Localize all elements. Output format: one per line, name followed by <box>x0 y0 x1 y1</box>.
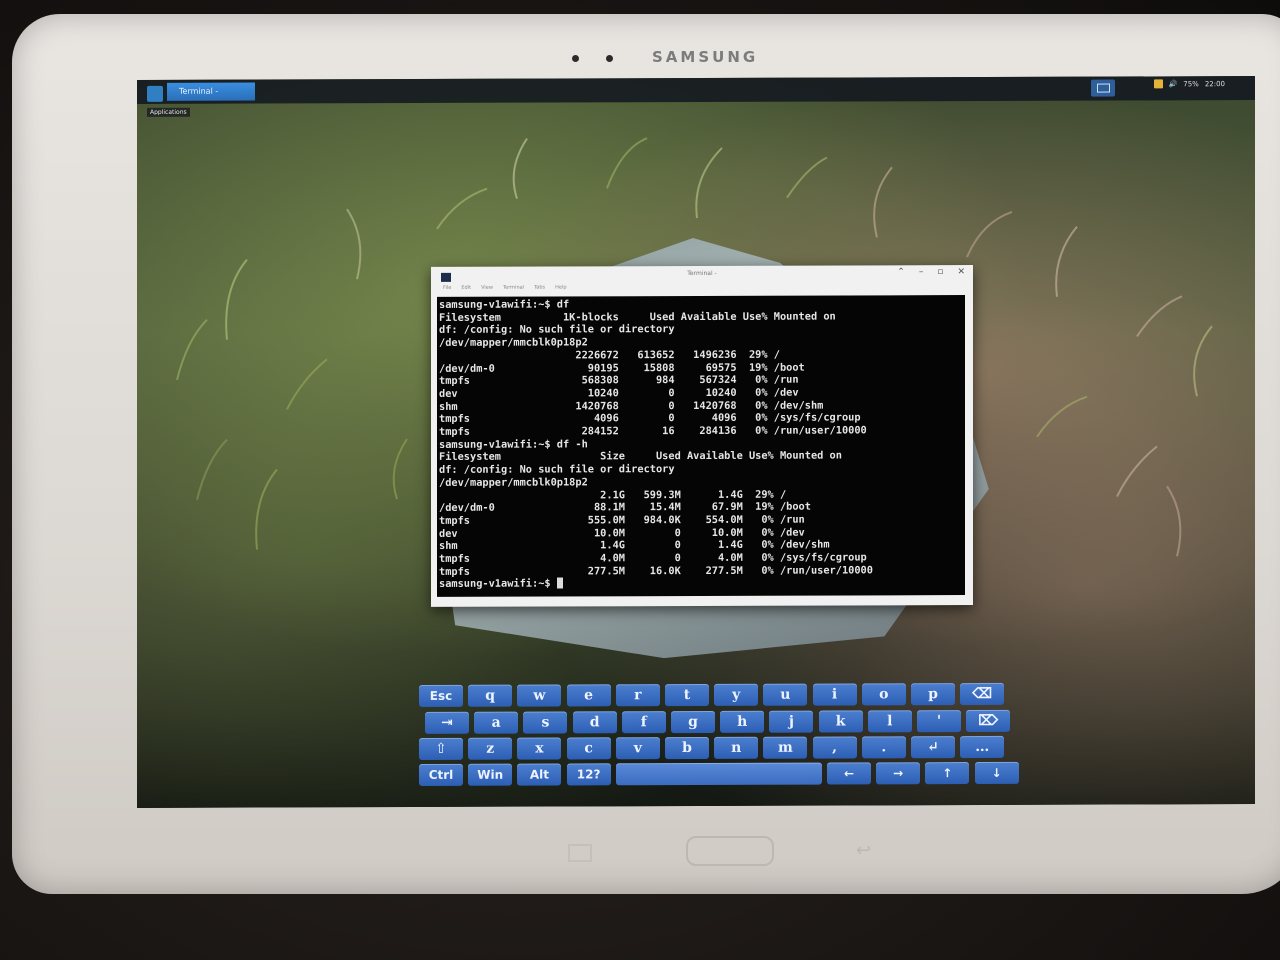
clock[interactable]: 22:00 <box>1205 80 1225 88</box>
volume-icon[interactable]: 🔊 <box>1169 80 1178 88</box>
key-symbol-11-0[interactable]: ⌫ <box>960 682 1005 706</box>
brand-logo: SAMSUNG <box>652 48 759 66</box>
terminal-output[interactable]: samsung-v1awifi:~$ df Filesystem 1K-block… <box>437 295 965 597</box>
key-h[interactable]: h <box>720 710 765 733</box>
key-symbol-0-2[interactable]: ⇧ <box>419 737 463 760</box>
key-u[interactable]: u <box>763 683 808 706</box>
key-f[interactable]: f <box>621 711 666 734</box>
terminal-prompt: samsung-v1awifi:~$ <box>439 577 557 591</box>
key-o[interactable]: o <box>861 683 906 706</box>
key-symbol-7-3[interactable]: ↑ <box>925 762 970 785</box>
key-symbol-0-1[interactable]: ⇥ <box>425 711 469 734</box>
key-symbol-10-2[interactable]: ↵ <box>911 736 955 759</box>
key-j[interactable]: j <box>769 710 814 733</box>
notification-icon[interactable] <box>1153 79 1163 89</box>
front-camera <box>572 55 579 62</box>
key-w[interactable]: w <box>517 684 562 707</box>
key-symbol-10-1[interactable]: ' <box>917 710 961 733</box>
key-r[interactable]: r <box>615 684 660 707</box>
key-q[interactable]: q <box>468 684 513 707</box>
key-symbol-11-1[interactable]: ⌦ <box>966 709 1011 733</box>
key-v[interactable]: v <box>615 737 660 760</box>
onscreen-keyboard-icon[interactable] <box>1091 79 1115 97</box>
close-icon[interactable]: ✕ <box>957 267 965 277</box>
key-t[interactable]: t <box>665 683 709 707</box>
screen: Terminal - 🔊 75% 22:00 Applications Term… <box>137 76 1255 808</box>
terminal-titlebar[interactable]: Terminal - ⌃ – ▫ ✕ <box>431 265 973 285</box>
key-m[interactable]: m <box>763 736 808 759</box>
key-n[interactable]: n <box>714 736 759 759</box>
key-p[interactable]: p <box>911 683 955 706</box>
light-sensor <box>606 55 613 62</box>
menu-terminal[interactable]: Terminal <box>503 285 524 295</box>
menu-edit[interactable]: Edit <box>461 285 471 295</box>
key-symbol-8-3[interactable]: ↓ <box>974 761 1019 785</box>
key-b[interactable]: b <box>665 736 709 760</box>
space-key[interactable] <box>615 762 822 786</box>
menu-tabs[interactable]: Tabs <box>534 285 545 295</box>
key-i[interactable]: i <box>812 683 857 706</box>
restore-icon[interactable]: – <box>919 267 924 277</box>
key-symbol-11-2[interactable]: … <box>960 735 1005 759</box>
key-symbol-6-3[interactable]: → <box>876 762 921 785</box>
back-button[interactable]: ↩ <box>856 840 871 861</box>
terminal-window[interactable]: Terminal - ⌃ – ▫ ✕ File Edit View Termin… <box>431 265 973 607</box>
applications-tooltip: Applications <box>147 107 190 117</box>
key-win[interactable]: Win <box>468 763 513 786</box>
key-s[interactable]: s <box>523 711 568 734</box>
key-ctrl[interactable]: Ctrl <box>419 763 463 786</box>
top-panel: Terminal - 🔊 75% 22:00 <box>137 76 1255 104</box>
key-symbol-8-2[interactable]: , <box>812 736 857 759</box>
key-z[interactable]: z <box>468 737 513 760</box>
key-k[interactable]: k <box>818 710 863 733</box>
home-button[interactable] <box>686 836 774 866</box>
minimize-icon[interactable]: ⌃ <box>897 267 905 277</box>
onscreen-keyboard: Esc q w e r t y u i o p ⌫ ⇥ a s d f g h j k l ' ⌦ ⇧ z x c v b n m,. ↵… Ct… <box>417 682 1022 795</box>
menu-file[interactable]: File <box>443 285 451 295</box>
key-e[interactable]: e <box>566 684 611 707</box>
maximize-icon[interactable]: ▫ <box>937 267 943 277</box>
key-c[interactable]: c <box>566 737 611 760</box>
terminal-prompt-line[interactable]: samsung-v1awifi:~$ <box>439 577 963 592</box>
key-esc[interactable]: Esc <box>419 684 463 707</box>
key-alt[interactable]: Alt <box>517 763 562 786</box>
menu-view[interactable]: View <box>481 285 493 295</box>
taskbar-terminal-button[interactable]: Terminal - <box>167 82 255 101</box>
text-cursor <box>556 577 563 589</box>
battery-level: 75% <box>1183 79 1199 88</box>
terminal-menubar: File Edit View Terminal Tabs Help <box>431 283 973 295</box>
key-g[interactable]: g <box>671 710 715 734</box>
key-symbol-9-2[interactable]: . <box>861 736 906 759</box>
menu-help[interactable]: Help <box>555 284 566 294</box>
applications-menu-icon[interactable] <box>147 85 163 102</box>
key-d[interactable]: d <box>572 711 617 734</box>
key-y[interactable]: y <box>714 683 759 706</box>
key-l[interactable]: l <box>867 710 912 733</box>
recent-apps-button[interactable] <box>568 844 592 862</box>
key-symbol-5-3[interactable]: ← <box>827 762 871 785</box>
key-x[interactable]: x <box>517 737 562 760</box>
key-symbol-3-3[interactable]: 12? <box>566 763 611 786</box>
system-tray: 🔊 75% 22:00 <box>1153 79 1225 89</box>
terminal-title: Terminal - <box>687 269 717 278</box>
key-a[interactable]: a <box>474 711 519 734</box>
